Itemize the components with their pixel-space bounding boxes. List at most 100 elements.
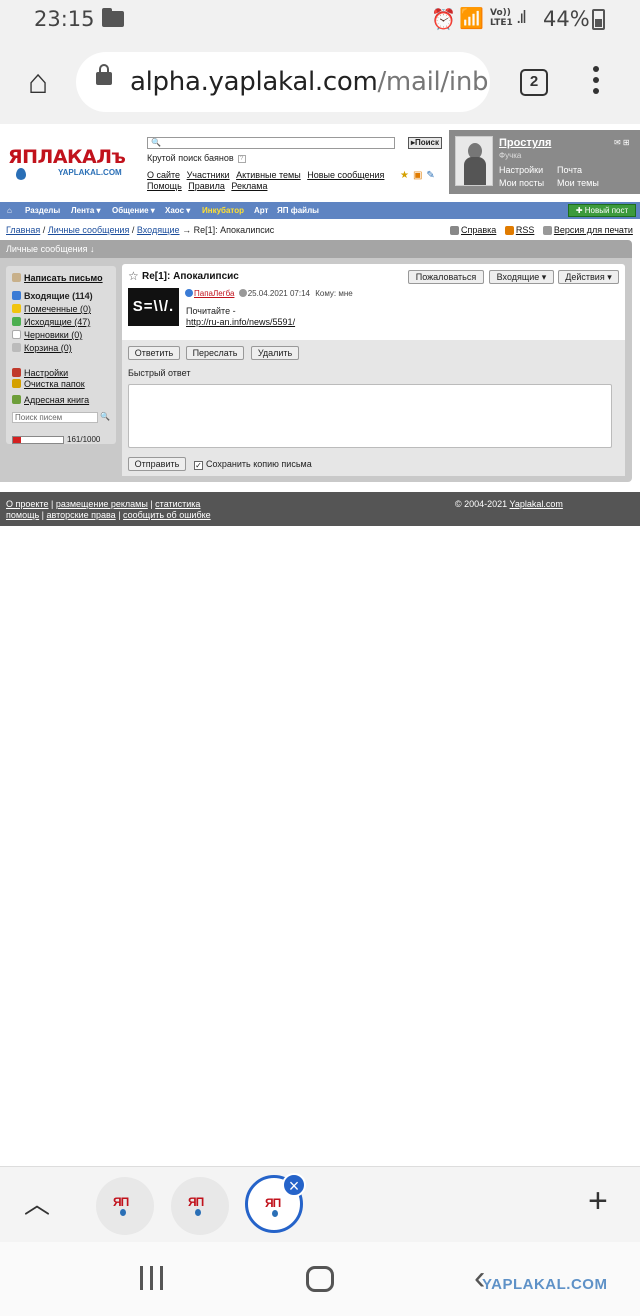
broom-icon [12, 379, 21, 388]
lte-indicator: Vo)) LTE1 [490, 8, 513, 28]
folder-outbox[interactable]: Исходящие (47) [12, 317, 90, 327]
search-hint: Крутой поиск баянов? [147, 153, 246, 163]
mailbox-quota-text: 161/1000 [67, 435, 101, 444]
folder-starred[interactable]: Помеченные (0) [12, 304, 91, 314]
mail-icon[interactable]: ✉ ⊞ [614, 138, 630, 147]
pm-sidebar: Написать письмо Входящие (114) Помеченны… [6, 266, 116, 444]
footer-help[interactable]: помощь [6, 510, 39, 520]
tab-thumbnail[interactable]: ЯП [96, 1177, 154, 1235]
link-mail[interactable]: Почта [557, 164, 615, 177]
link-ads[interactable]: Реклама [231, 181, 267, 191]
draft-icon [12, 330, 21, 339]
search-icon[interactable]: 🔍 [100, 412, 110, 421]
tab-switcher-button[interactable]: 2 [520, 69, 548, 96]
link-members[interactable]: Участники [187, 170, 230, 180]
site-logo[interactable]: ЯПЛАКАЛъ YAPLAKAL.COM [6, 146, 136, 182]
link-active-topics[interactable]: Активные темы [236, 170, 301, 180]
tab-thumbnail[interactable]: ЯП [171, 1177, 229, 1235]
chevron-up-icon[interactable]: ︿ [24, 1189, 50, 1219]
lock-icon [96, 64, 112, 85]
main-nav: ⌂ Разделы Лента ▾ Общение ▾ Хаос ▾ Инкуб… [0, 202, 640, 219]
rss-icon[interactable]: ▣ [413, 170, 422, 181]
message-date: 25.04.2021 07:14 [247, 289, 310, 298]
new-post-button[interactable]: ✚ Новый пост [568, 204, 636, 217]
user-icon [185, 289, 193, 297]
footer-copyright[interactable]: авторские права [47, 510, 116, 520]
link-new-posts[interactable]: Новые сообщения [307, 170, 384, 180]
sender-avatar[interactable]: S=\\/. [128, 288, 179, 326]
crumb-pm[interactable]: Личные сообщения [48, 225, 130, 235]
close-icon[interactable]: × [282, 1173, 306, 1197]
message-panel: ☆ Re[1]: Апокалипсис Пожаловаться Входящ… [122, 264, 625, 340]
message-link[interactable]: http://ru-an.info/news/5591/ [186, 317, 295, 327]
avatar[interactable] [455, 136, 493, 186]
home-nav-icon[interactable] [306, 1266, 334, 1292]
save-copy-checkbox[interactable]: ✓ Сохранить копию письма [194, 459, 312, 470]
url-text[interactable]: alpha.yaplakal.com/mail/inb [130, 67, 489, 97]
actions-dropdown[interactable]: Действия ▾ [558, 270, 619, 284]
forward-button[interactable]: Переслать [186, 346, 244, 360]
home-nav-icon[interactable]: ⌂ [7, 206, 12, 215]
star-outline-icon[interactable]: ☆ [128, 269, 139, 283]
username-link[interactable]: Простуля [499, 137, 551, 149]
crumb-inbox[interactable]: Входящие [137, 225, 180, 235]
pm-body: Написать письмо Входящие (114) Помеченны… [0, 258, 632, 482]
folder-trash[interactable]: Корзина (0) [12, 343, 72, 353]
plus-icon[interactable]: + [588, 1183, 608, 1219]
mail-search-input[interactable]: Поиск писем [12, 412, 98, 423]
link-rules[interactable]: Правила [188, 181, 225, 191]
footer-site-link[interactable]: Yaplakal.com [510, 499, 563, 509]
inbox-icon [12, 291, 21, 300]
home-icon[interactable]: ⌂ [18, 62, 58, 102]
star-icon[interactable]: ★ [400, 170, 409, 181]
nav-art[interactable]: Арт [254, 206, 268, 215]
send-button[interactable]: Отправить [128, 457, 186, 471]
nav-incubator[interactable]: Инкубатор [202, 206, 244, 215]
folder-inbox[interactable]: Входящие (114) [12, 291, 93, 301]
report-button[interactable]: Пожаловаться [408, 270, 484, 284]
nav-feed[interactable]: Лента ▾ [71, 206, 101, 215]
nav-files[interactable]: ЯП файлы [277, 206, 319, 215]
link-settings[interactable]: Настройки [499, 164, 557, 177]
pm-settings[interactable]: Настройки [12, 368, 68, 378]
nav-social[interactable]: Общение ▾ [112, 206, 155, 215]
link-help[interactable]: Помощь [147, 181, 182, 191]
author-link[interactable]: ПапаЛегба [194, 289, 234, 298]
address-book[interactable]: Адресная книга [12, 395, 89, 405]
link-rss[interactable]: RSS [516, 225, 535, 235]
nav-sections[interactable]: Разделы [25, 206, 60, 215]
footer-report-error[interactable]: сообщить об ошибке [123, 510, 211, 520]
user-panel: Простуля Фучка ✉ ⊞ Настройки Почта Мои по… [449, 130, 640, 194]
pencil-icon[interactable]: ✎ [426, 170, 434, 181]
more-vertical-icon[interactable] [588, 66, 604, 100]
link-my-posts[interactable]: Мои посты [499, 177, 557, 190]
quick-reply-textarea[interactable] [128, 384, 612, 448]
checkbox-checked-icon: ✓ [194, 461, 203, 470]
clean-folders[interactable]: Очистка папок [12, 379, 85, 389]
nav-chaos[interactable]: Хаос ▾ [165, 206, 190, 215]
address-bar[interactable]: alpha.yaplakal.com/mail/inb [76, 52, 490, 112]
inbox-dropdown[interactable]: Входящие ▾ [489, 270, 554, 284]
link-print-version[interactable]: Версия для печати [554, 225, 633, 235]
link-help-ref[interactable]: Справка [461, 225, 496, 235]
footer-ads[interactable]: размещение рекламы [56, 499, 148, 509]
search-button[interactable]: ▸Поиск [408, 137, 442, 149]
footer-about[interactable]: О проекте [6, 499, 48, 509]
link-about[interactable]: О сайте [147, 170, 180, 180]
site-header: ЯПЛАКАЛъ YAPLAKAL.COM 🔍 ▸Поиск Крутой по… [0, 124, 640, 200]
reply-button[interactable]: Ответить [128, 346, 180, 360]
compose-item[interactable]: Написать письмо [12, 273, 103, 283]
crumb-home[interactable]: Главная [6, 225, 40, 235]
recents-icon[interactable] [140, 1266, 166, 1290]
reply-area: Ответить Переслать Удалить Быстрый ответ… [122, 340, 625, 476]
message-body: Почитайте - [186, 306, 236, 316]
header-icons: ★ ▣ ✎ [400, 170, 439, 181]
utility-links: Справка RSS Версия для печати [450, 225, 633, 236]
pm-section-bar[interactable]: Личные сообщения ↓ [0, 240, 632, 258]
footer-stats[interactable]: статистика [155, 499, 200, 509]
message-meta: ПапаЛегба 25.04.2021 07:14 Кому: мне [185, 289, 353, 298]
link-my-topics[interactable]: Мои темы [557, 177, 615, 190]
delete-button[interactable]: Удалить [251, 346, 299, 360]
site-search-input[interactable]: 🔍 [147, 137, 395, 149]
folder-drafts[interactable]: Черновики (0) [12, 330, 82, 340]
